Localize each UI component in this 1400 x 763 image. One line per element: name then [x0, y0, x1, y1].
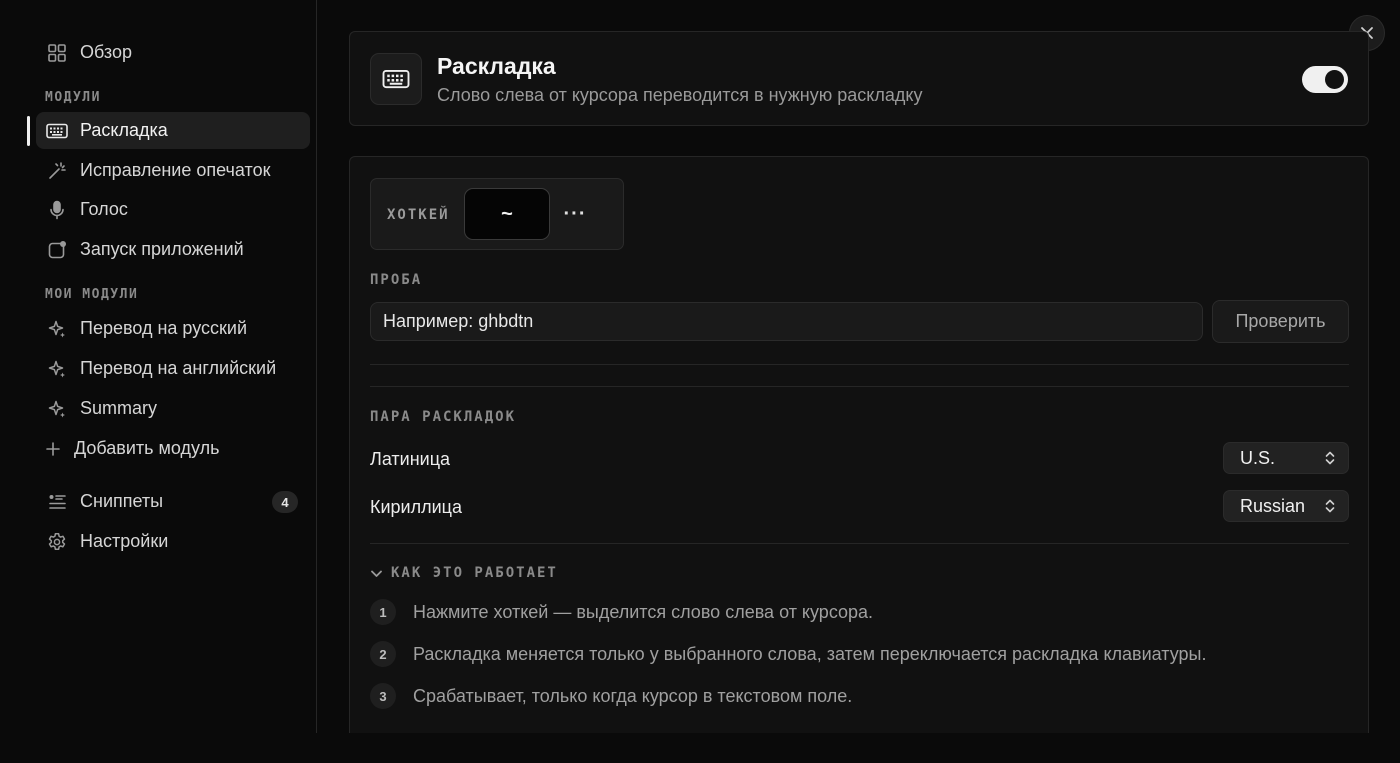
add-module-button[interactable]: Добавить модуль [36, 430, 310, 467]
gear-icon [46, 531, 68, 553]
page-title: Раскладка [437, 53, 556, 79]
list-item: 1 Нажмите хоткей — выделится слово слева… [370, 599, 873, 625]
latin-label: Латиница [370, 449, 451, 469]
check-button[interactable]: Проверить [1212, 300, 1349, 343]
hotkey-key-button[interactable]: ~ [464, 188, 550, 240]
select-value: Russian [1240, 495, 1306, 516]
module-enabled-toggle[interactable] [1302, 66, 1348, 93]
chevron-up-down-icon [1324, 498, 1336, 519]
sidebar-item-voice[interactable]: Голос [36, 191, 310, 228]
magic-wand-icon [46, 160, 68, 182]
sidebar-item-snippets[interactable]: Сниппеты 4 [36, 483, 310, 520]
page-subtitle: Слово слева от курсора переводится в нуж… [437, 85, 923, 105]
sidebar-item-layout[interactable]: Раскладка [36, 112, 310, 149]
sidebar: Обзор МОДУЛИ Раскладка Исправление опеча… [0, 0, 317, 733]
step-text: Срабатывает, только когда курсор в текст… [413, 685, 853, 706]
sidebar-item-label: Исправление опечаток [80, 160, 271, 180]
section-label-modules: МОДУЛИ [45, 90, 101, 105]
latin-layout-select[interactable]: U.S. [1223, 442, 1349, 474]
toggle-knob [1325, 70, 1344, 89]
sparkle-icon [46, 398, 68, 420]
cyrillic-label: Кириллица [370, 497, 462, 517]
step-number: 3 [370, 683, 396, 709]
sidebar-item-label: Настройки [80, 531, 169, 551]
window-bottom [0, 733, 1400, 763]
snippets-count-badge: 4 [272, 491, 298, 513]
step-text: Раскладка меняется только у выбранного с… [413, 643, 1207, 664]
sidebar-item-label: Добавить модуль [74, 438, 220, 458]
hotkey-label: ХОТКЕЙ [387, 207, 450, 223]
test-section-label: ПРОБА [370, 272, 423, 288]
layouts-section-label: ПАРА РАСКЛАДОК [370, 409, 517, 425]
hotkey-more-button[interactable]: ··· [563, 199, 587, 229]
grid-icon [46, 42, 68, 64]
sparkle-icon [46, 358, 68, 380]
list-item: 2 Раскладка меняется только у выбранного… [370, 641, 1206, 667]
module-header-card: Раскладка Слово слева от курсора перевод… [349, 31, 1369, 126]
step-number: 1 [370, 599, 396, 625]
divider [370, 364, 1349, 365]
divider [370, 543, 1349, 544]
module-settings-card: ХОТКЕЙ ~ ··· ПРОБА Проверить ПАРА РАСКЛА… [349, 156, 1369, 746]
sidebar-item-label: Перевод на английский [80, 358, 277, 378]
sidebar-item-summary[interactable]: Summary [36, 390, 310, 427]
divider [370, 386, 1349, 387]
step-number: 2 [370, 641, 396, 667]
chevron-down-icon [370, 567, 383, 580]
sidebar-item-translate-ru[interactable]: Перевод на русский [36, 310, 310, 347]
active-indicator [27, 116, 30, 146]
sidebar-item-label: Голос [80, 199, 128, 219]
sidebar-item-translate-en[interactable]: Перевод на английский [36, 350, 310, 387]
sidebar-item-settings[interactable]: Настройки [36, 523, 310, 560]
keyboard-icon [370, 53, 422, 105]
how-it-works-label: КАК ЭТО РАБОТАЕТ [391, 565, 558, 581]
microphone-icon [46, 199, 68, 221]
test-input[interactable] [370, 302, 1203, 341]
step-text: Нажмите хоткей — выделится слово слева о… [413, 601, 874, 622]
chevron-up-down-icon [1324, 450, 1336, 471]
app-launch-icon [46, 239, 68, 261]
hotkey-box: ХОТКЕЙ ~ ··· [370, 178, 624, 250]
sidebar-item-label: Раскладка [80, 120, 168, 140]
sidebar-item-label: Сниппеты [80, 491, 164, 511]
cyrillic-layout-select[interactable]: Russian [1223, 490, 1349, 522]
sparkle-icon [46, 318, 68, 340]
how-it-works-toggle[interactable]: КАК ЭТО РАБОТАЕТ [370, 565, 558, 581]
select-value: U.S. [1240, 447, 1276, 468]
list-item: 3 Срабатывает, только когда курсор в тек… [370, 683, 852, 709]
plus-icon [42, 438, 64, 460]
sidebar-item-label: Запуск приложений [80, 239, 244, 259]
snippets-icon [46, 491, 68, 513]
sidebar-item-overview[interactable]: Обзор [36, 34, 310, 71]
sidebar-item-typo-fix[interactable]: Исправление опечаток [36, 152, 310, 189]
sidebar-item-app-launch[interactable]: Запуск приложений [36, 231, 310, 268]
sidebar-item-label: Summary [80, 398, 158, 418]
sidebar-item-label: Перевод на русский [80, 318, 247, 338]
keyboard-icon [46, 120, 68, 142]
sidebar-item-label: Обзор [80, 42, 132, 62]
section-label-my-modules: МОИ МОДУЛИ [45, 287, 139, 302]
